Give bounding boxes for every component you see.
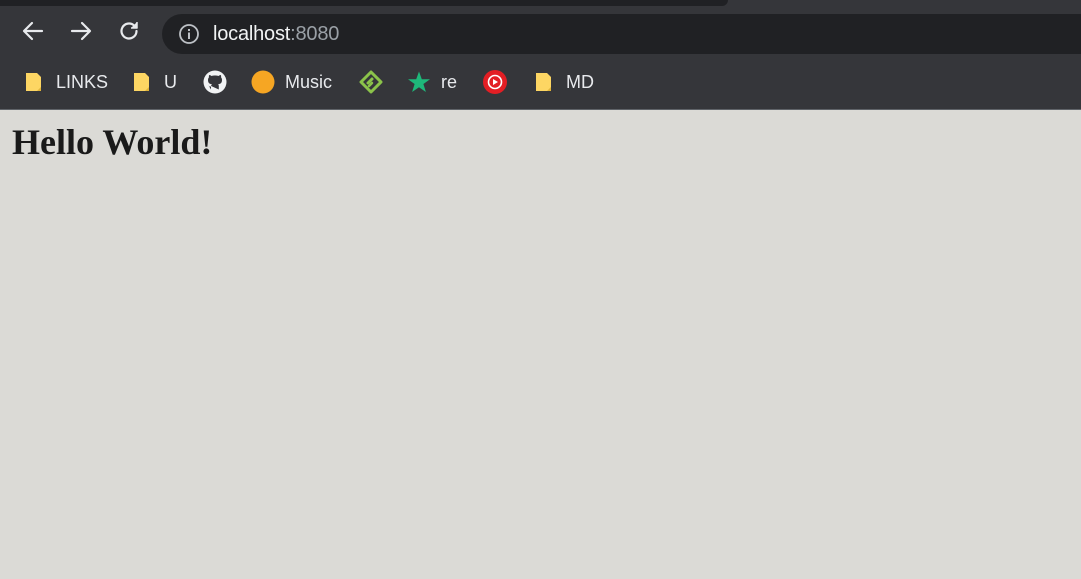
bookmark-label: re bbox=[441, 71, 458, 92]
arrow-left-icon bbox=[22, 21, 44, 41]
folder-icon bbox=[22, 70, 46, 94]
orange-circle-icon bbox=[251, 70, 275, 94]
browser-toolbar: localhost:8080 bbox=[0, 6, 1081, 62]
bookmark-label: MD bbox=[566, 71, 594, 92]
reload-button[interactable] bbox=[117, 19, 141, 43]
bookmarks-bar: LINKS U Music re MD bbox=[0, 62, 1081, 102]
url-text[interactable]: localhost:8080 bbox=[213, 24, 339, 44]
address-bar[interactable]: localhost:8080 bbox=[162, 14, 1081, 54]
browser-chrome: localhost:8080 LINKS U Music re MD bbox=[0, 0, 1081, 110]
bookmark-github[interactable] bbox=[203, 69, 237, 95]
reload-icon bbox=[120, 22, 138, 40]
green-star-icon bbox=[407, 70, 431, 94]
bookmark-links[interactable]: LINKS bbox=[22, 69, 108, 95]
bookmark-youtube-music[interactable] bbox=[483, 69, 517, 95]
bookmark-feedly[interactable] bbox=[359, 69, 393, 95]
bookmark-md[interactable]: MD bbox=[532, 69, 594, 95]
info-circle-icon[interactable] bbox=[178, 23, 200, 45]
youtube-music-icon bbox=[483, 70, 507, 94]
github-icon bbox=[203, 70, 227, 94]
arrow-right-icon bbox=[70, 21, 92, 41]
bookmark-label: LINKS bbox=[56, 71, 109, 92]
bookmark-music[interactable]: Music bbox=[251, 69, 332, 95]
url-port: :8080 bbox=[290, 23, 340, 45]
forward-button[interactable] bbox=[69, 19, 93, 43]
bookmark-u[interactable]: U bbox=[130, 69, 177, 95]
page-heading: Hello World! bbox=[12, 122, 213, 162]
folder-icon bbox=[130, 70, 154, 94]
bookmark-re[interactable]: re bbox=[407, 69, 457, 95]
back-button[interactable] bbox=[21, 19, 45, 43]
page-content: Hello World! bbox=[0, 110, 1081, 579]
folder-icon bbox=[532, 70, 556, 94]
bookmark-label: U bbox=[164, 71, 177, 92]
url-host: localhost bbox=[213, 23, 291, 45]
feedly-icon bbox=[359, 70, 383, 94]
bookmark-label: Music bbox=[285, 71, 333, 92]
